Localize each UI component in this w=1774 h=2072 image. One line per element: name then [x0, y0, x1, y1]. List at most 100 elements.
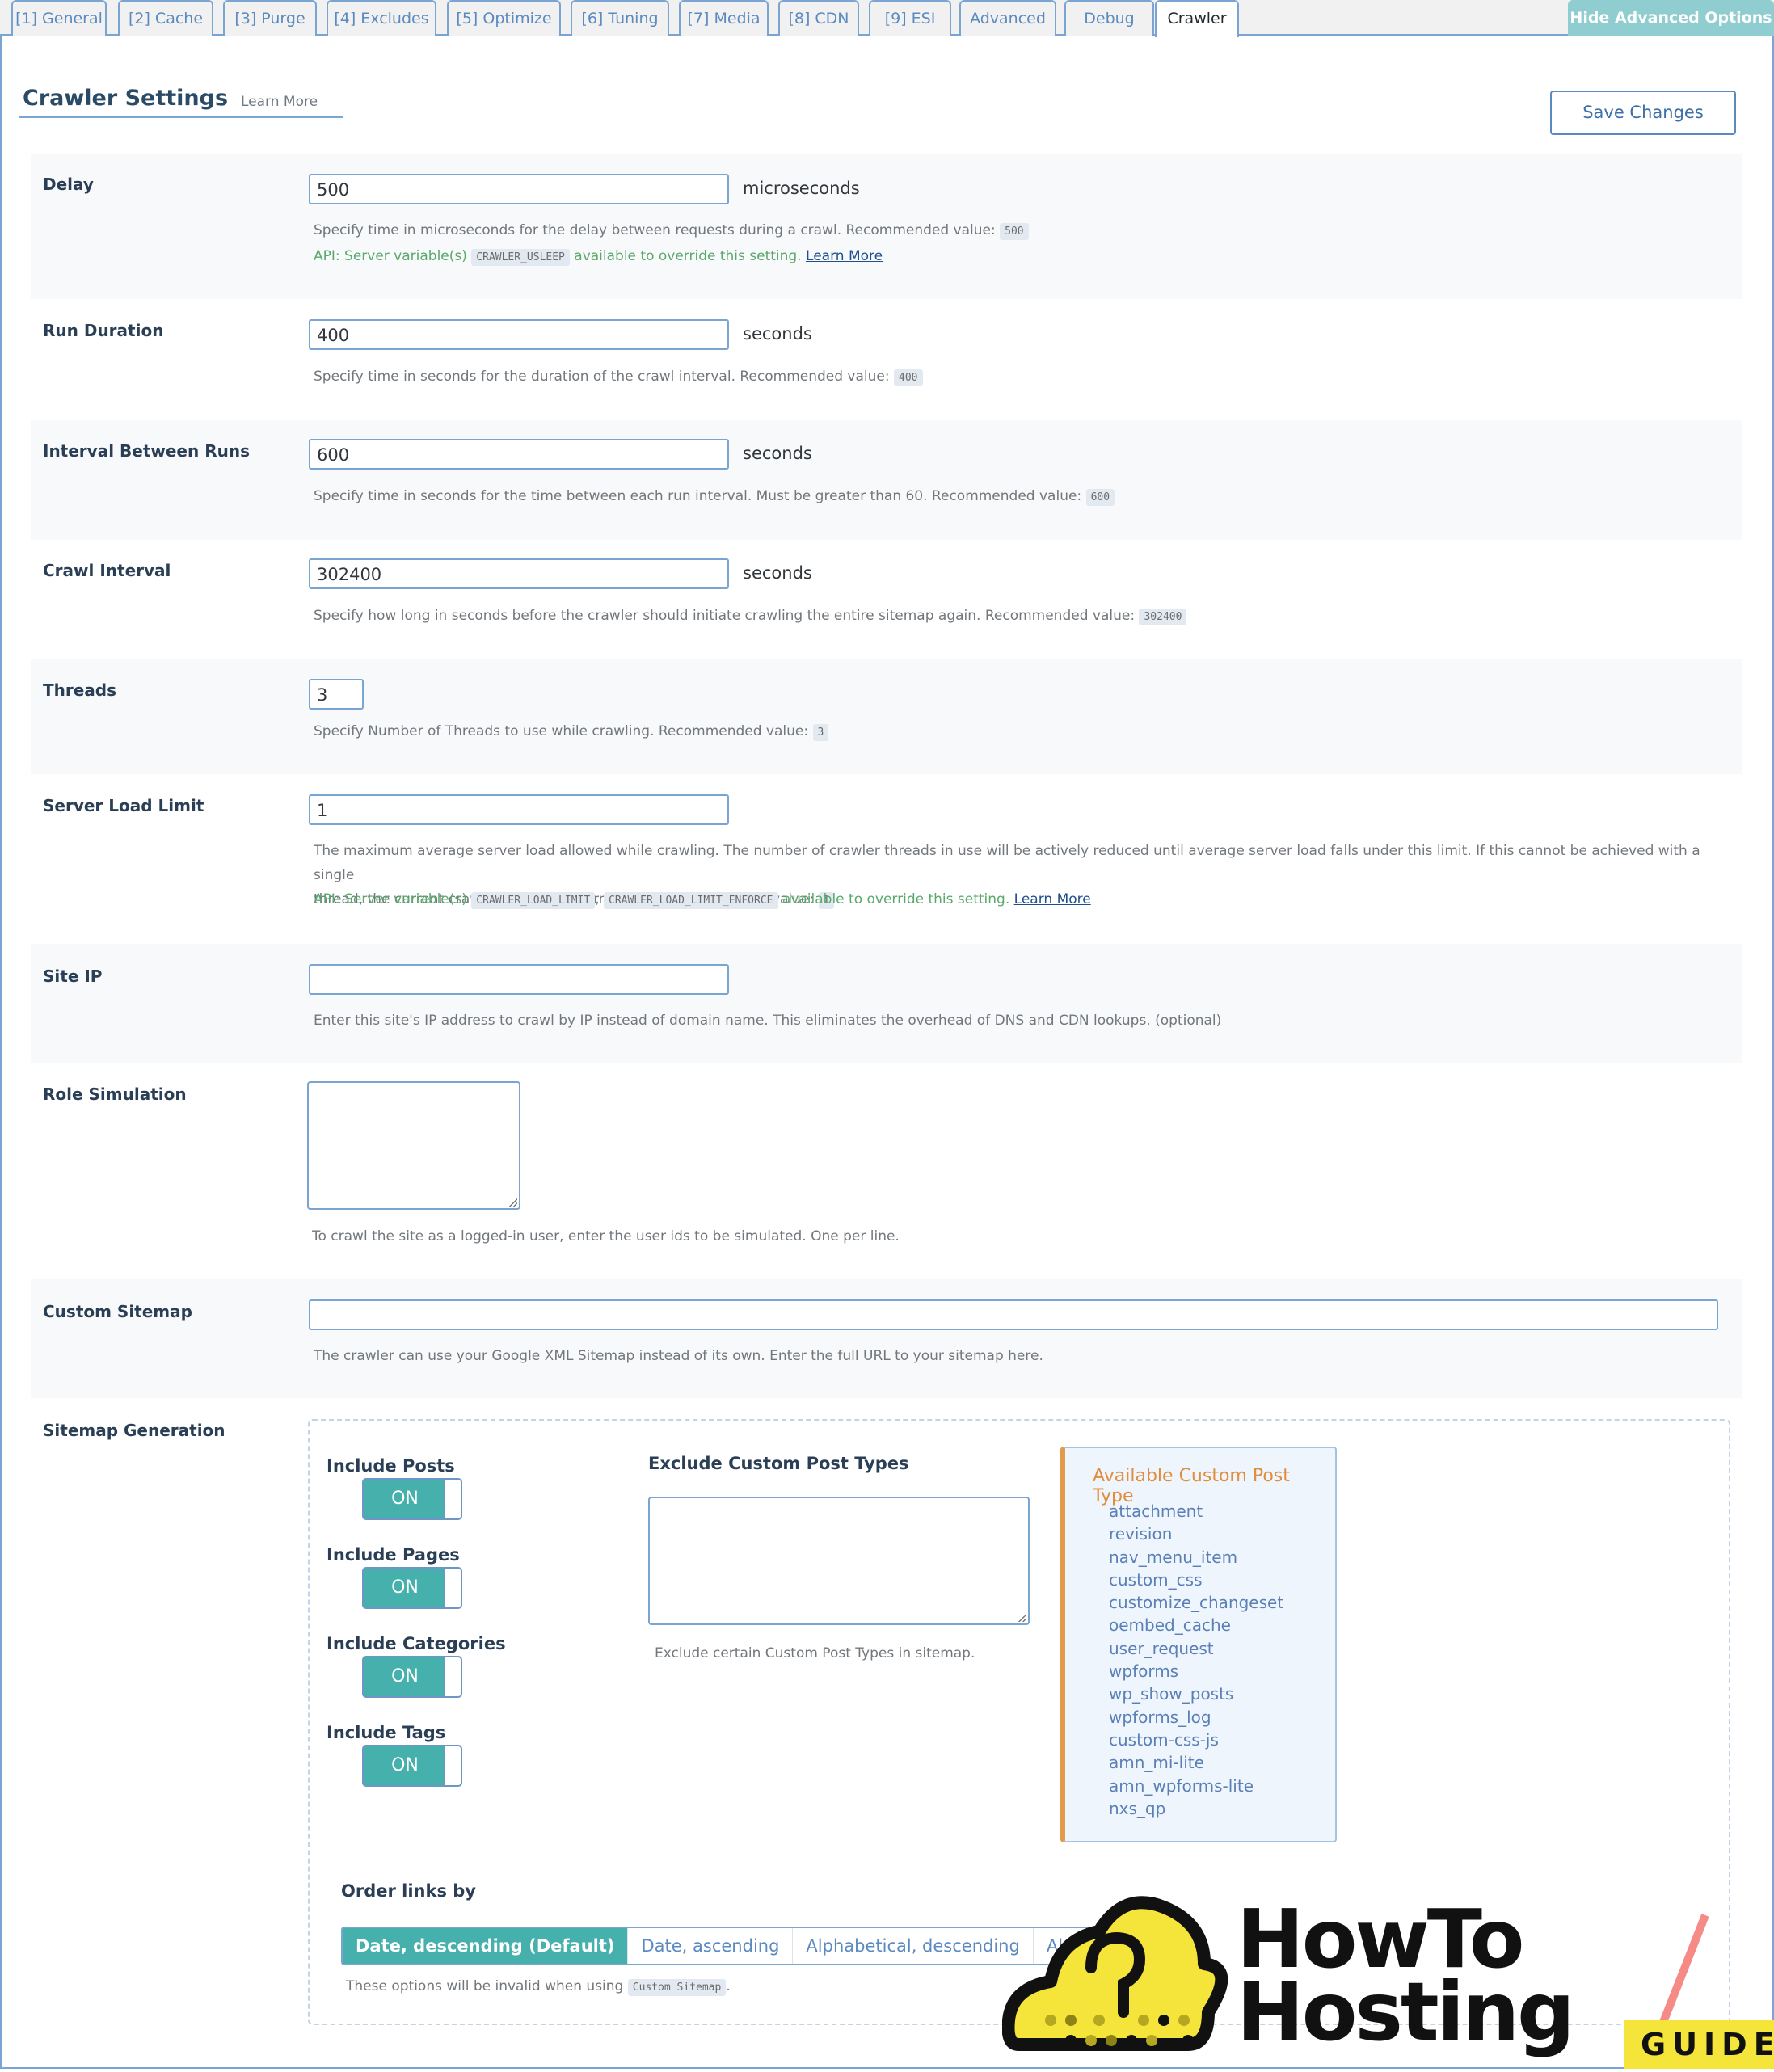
toggle-state: ON [391, 1666, 419, 1687]
interval-between-runs-unit: seconds [743, 444, 812, 463]
run-duration-input[interactable]: 400 [309, 319, 729, 350]
tab-media[interactable]: [7] Media [679, 0, 769, 36]
order-option-date-asc[interactable]: Date, ascending [628, 1928, 794, 1964]
api-suffix: available to override this setting. [782, 891, 1010, 908]
api-separator: , [595, 891, 600, 908]
cpt-item: custom-css-js [1109, 1729, 1219, 1750]
tab-tuning[interactable]: [6] Tuning [571, 0, 669, 36]
crawl-interval-input[interactable]: 302400 [309, 558, 729, 589]
threads-label: Threads [43, 680, 117, 700]
site-ip-description: Enter this site's IP address to crawl by… [314, 1013, 1222, 1029]
exclude-cpt-textarea[interactable] [648, 1497, 1030, 1625]
tab-esi[interactable]: [9] ESI [869, 0, 951, 36]
role-simulation-label: Role Simulation [43, 1084, 187, 1104]
tab-advanced[interactable]: Advanced [959, 0, 1056, 36]
interval-desc-text: Specify time in seconds for the time bet… [314, 488, 1082, 504]
sitemap-generation-label: Sitemap Generation [43, 1421, 225, 1440]
custom-sitemap-label: Custom Sitemap [43, 1302, 192, 1321]
run-duration-recommended-code: 400 [894, 369, 923, 386]
delay-input[interactable]: 500 [309, 174, 729, 204]
exclude-cpt-description: Exclude certain Custom Post Types in sit… [655, 1645, 975, 1661]
setting-row-site-ip: Site IP Enter this site's IP address to … [31, 944, 1742, 1063]
include-posts-label: Include Posts [327, 1456, 455, 1476]
crawl-interval-recommended-code: 302400 [1139, 609, 1187, 625]
cpt-item: amn_wpforms-lite [1109, 1775, 1254, 1796]
order-note-suffix: . [726, 1978, 731, 1994]
toggle-knob [444, 1657, 461, 1696]
include-posts-toggle[interactable]: ON [362, 1478, 462, 1520]
include-categories-toggle[interactable]: ON [362, 1656, 462, 1698]
setting-row-interval-between-runs: Interval Between Runs 600 seconds Specif… [31, 420, 1742, 540]
setting-row-server-load-limit: Server Load Limit 1 The maximum average … [31, 774, 1742, 944]
api-suffix: available to override this setting. [574, 248, 802, 264]
interval-between-runs-description: Specify time in seconds for the time bet… [314, 484, 1115, 510]
available-cpt-list: attachment revision nav_menu_item custom… [1109, 1500, 1283, 1820]
resize-grip-icon[interactable] [509, 1198, 517, 1207]
tab-excludes[interactable]: [4] Excludes [327, 0, 436, 36]
threads-input[interactable]: 3 [309, 679, 364, 710]
toggle-knob [444, 1480, 461, 1518]
site-ip-label: Site IP [43, 967, 103, 986]
crawl-interval-desc-text: Specify how long in seconds before the c… [314, 608, 1136, 624]
custom-sitemap-input[interactable] [309, 1299, 1718, 1330]
learn-more-link[interactable]: Learn More [241, 94, 318, 110]
tab-cache[interactable]: [2] Cache [118, 0, 213, 36]
setting-row-threads: Threads 3 Specify Number of Threads to u… [31, 659, 1742, 774]
run-duration-desc-text: Specify time in seconds for the duration… [314, 368, 890, 385]
order-option-date-desc[interactable]: Date, descending (Default) [343, 1928, 629, 1964]
title-underline [19, 116, 343, 118]
cpt-item: user_request [1109, 1638, 1214, 1658]
tab-debug[interactable]: Debug [1064, 0, 1154, 36]
toggle-state: ON [391, 1755, 419, 1775]
threads-description: Specify Number of Threads to use while c… [314, 719, 829, 745]
include-tags-label: Include Tags [327, 1723, 446, 1742]
tab-optimize[interactable]: [5] Optimize [447, 0, 561, 36]
delay-unit: microseconds [743, 179, 860, 198]
crawl-interval-unit: seconds [743, 563, 812, 583]
server-load-api-learn-more-link[interactable]: Learn More [1014, 891, 1091, 908]
api-var-code: CRAWLER_LOAD_LIMIT [471, 892, 596, 909]
delay-description: Specify time in microseconds for the del… [314, 218, 1029, 244]
role-simulation-textarea[interactable] [307, 1081, 520, 1210]
tab-general[interactable]: [1] General [11, 0, 107, 36]
role-simulation-description: To crawl the site as a logged-in user, e… [312, 1228, 900, 1244]
hide-advanced-options-button[interactable]: Hide Advanced Options [1568, 0, 1774, 36]
tab-purge[interactable]: [3] Purge [223, 0, 317, 36]
delay-desc-text: Specify time in microseconds for the del… [314, 222, 996, 238]
setting-row-custom-sitemap: Custom Sitemap The crawler can use your … [31, 1279, 1742, 1398]
cpt-item: wpforms [1109, 1661, 1179, 1682]
include-pages-toggle[interactable]: ON [362, 1567, 462, 1609]
cpt-item: amn_mi-lite [1109, 1753, 1204, 1773]
watermark-line2: Hosting [1237, 1965, 1575, 2059]
api-prefix: API: Server variable(s) [314, 891, 467, 908]
api-var-code: CRAWLER_USLEEP [471, 249, 570, 266]
api-var-code: CRAWLER_LOAD_LIMIT_ENFORCE [604, 892, 778, 909]
server-load-limit-input[interactable]: 1 [309, 794, 729, 825]
threads-recommended-code: 3 [812, 724, 829, 741]
cpt-item: custom_css [1109, 1569, 1203, 1590]
cpt-item: oembed_cache [1109, 1615, 1231, 1636]
include-tags-toggle[interactable]: ON [362, 1745, 462, 1787]
cpt-item: revision [1109, 1524, 1173, 1544]
interval-between-runs-input[interactable]: 600 [309, 439, 729, 470]
cpt-item: wpforms_log [1109, 1707, 1211, 1727]
api-prefix: API: Server variable(s) [314, 248, 467, 264]
toggle-knob [444, 1569, 461, 1607]
cpt-item: attachment [1109, 1501, 1203, 1521]
resize-grip-icon[interactable] [1018, 1614, 1026, 1622]
howtohosting-watermark: HowTo Hosting GUIDE [1001, 1891, 1774, 2069]
run-duration-description: Specify time in seconds for the duration… [314, 364, 923, 390]
crawl-interval-label: Crawl Interval [43, 561, 171, 580]
tab-cdn[interactable]: [8] CDN [778, 0, 859, 36]
save-changes-button[interactable]: Save Changes [1550, 91, 1736, 135]
order-option-alpha-desc[interactable]: Alphabetical, descending [793, 1928, 1034, 1964]
run-duration-label: Run Duration [43, 321, 164, 340]
delay-label: Delay [43, 175, 94, 194]
run-duration-unit: seconds [743, 324, 812, 343]
tab-crawler[interactable]: Crawler [1155, 0, 1239, 37]
delay-api-learn-more-link[interactable]: Learn More [806, 248, 883, 264]
toggle-knob [444, 1746, 461, 1785]
site-ip-input[interactable] [309, 964, 729, 995]
delay-recommended-code: 500 [1000, 223, 1029, 240]
available-cpt-panel: Available Custom Post Type attachment re… [1060, 1447, 1337, 1842]
